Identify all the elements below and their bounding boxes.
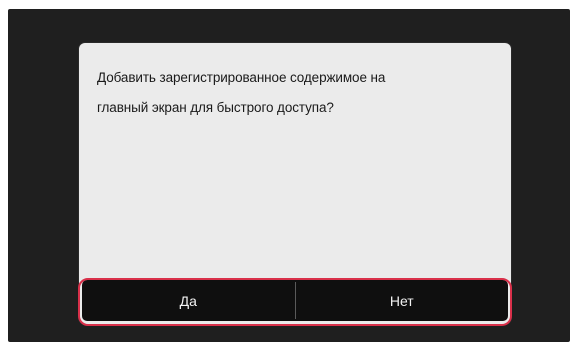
dialog-message-line-1: Добавить зарегистрированное содержимое н… (97, 70, 386, 85)
no-button[interactable]: Нет (296, 280, 509, 321)
yes-button[interactable]: Да (82, 280, 295, 321)
screen: Добавить зарегистрированное содержимое н… (0, 0, 578, 351)
dialog-message: Добавить зарегистрированное содержимое н… (97, 63, 492, 123)
dialog-message-line-2: главный экран для быстрого доступа? (97, 100, 334, 115)
confirmation-dialog: Добавить зарегистрированное содержимое н… (79, 43, 511, 324)
dialog-button-bar: Да Нет (82, 280, 508, 321)
